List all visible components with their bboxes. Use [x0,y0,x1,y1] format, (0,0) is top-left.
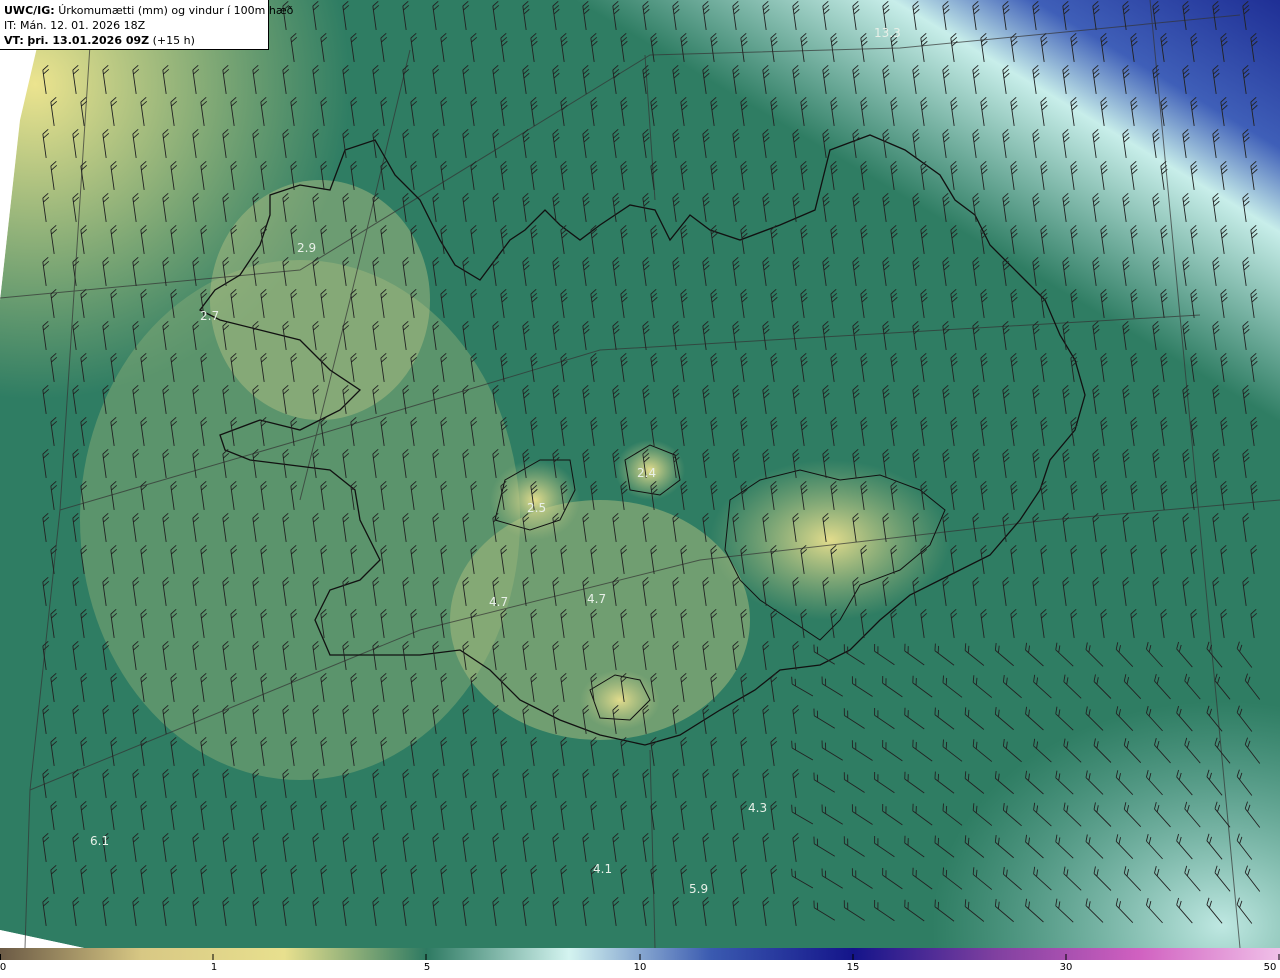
colorbar-tick-label: 15 [846,962,860,973]
valid-time-line: VT: þri. 13.01.2026 09Z (+15 h) [4,33,264,48]
colorbar-tick-label: 10 [633,962,647,973]
valid-time: þri. 13.01.2026 09Z [27,34,150,47]
lead-time: (+15 h) [152,34,195,47]
map-value-label: 2.4 [637,466,656,480]
blue-region-northeast [500,0,1280,420]
model-label: UWC/IG: [4,4,55,17]
title-line: UWC/IG: Úrkomumætti (mm) og vindur í 100… [4,3,293,18]
glacier-vatnajokull-shade [710,460,950,620]
precipitation-map: 13.3 2.9 2.7 2.4 2.5 4.7 4.7 4.3 6.1 4.1… [0,0,1280,948]
map-value-label: 4.1 [593,862,612,876]
map-value-label: 13.3 [874,26,901,40]
map-title-box: UWC/IG: Úrkomumætti (mm) og vindur í 100… [0,0,293,50]
colorbar-tick-label: 5 [423,962,431,973]
map-title: Úrkomumætti (mm) og vindur í 100m hæð [58,4,294,17]
map-value-label: 5.9 [689,882,708,896]
map-value-label: 2.9 [297,241,316,255]
map-value-label: 2.5 [527,501,546,515]
colorbar-tick-label: 30 [1059,962,1073,973]
glacier-myrdalsjokull-shade [580,670,660,730]
forecast-map-page: 13.3 2.9 2.7 2.4 2.5 4.7 4.7 4.3 6.1 4.1… [0,0,1280,978]
issue-time: IT: Mán. 12. 01. 2026 18Z [4,19,146,32]
map-value-label: 4.7 [489,595,508,609]
map-value-label: 4.3 [748,801,767,815]
colorbar [0,948,1280,960]
map-value-label: 4.7 [587,592,606,606]
colorbar-tick-label: 1 [210,962,218,973]
map-value-label: 6.1 [90,834,109,848]
west-fjords-shade [210,180,430,420]
colorbar-tick-label: 50 [1263,962,1277,973]
colorbar-tick-label: 0 [0,962,7,973]
valid-label: VT: [4,34,24,47]
map-value-label: 2.7 [200,309,219,323]
